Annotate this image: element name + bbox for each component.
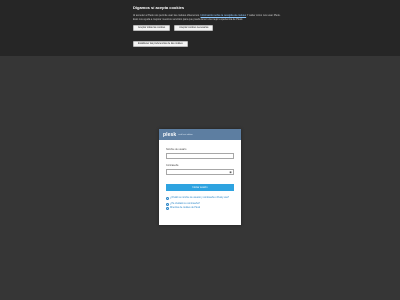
cookie-text-intro: Al acceder a Plesk nos permite usar las … — [133, 14, 200, 17]
eye-icon[interactable]: ◉ — [229, 170, 233, 174]
cookie-text: Al acceder a Plesk nos permite usar las … — [133, 14, 283, 21]
cookie-preferences-button[interactable]: Establecer las preferencias de las cooki… — [133, 41, 188, 48]
accept-necessary-cookies-button[interactable]: Aceptar cookies necesarias — [174, 25, 214, 32]
cookie-button-row: Aceptar todas las cookies Aceptar cookie… — [133, 25, 400, 32]
login-form: Nombre de usuario Contraseña ◉ Iniciar s… — [159, 140, 241, 210]
cookie-policy-link[interactable]: ? Directiva de cookies de Plesk — [166, 207, 234, 210]
plesk-edition-label: web host edition — [178, 134, 193, 136]
help-link-text[interactable]: Directiva de cookies de Plesk — [170, 207, 200, 210]
help-icon: ? — [166, 197, 169, 200]
password-input[interactable] — [166, 169, 234, 175]
forgot-username-link[interactable]: ? ¿Olvidó su nombre de usuario y contras… — [166, 197, 234, 200]
login-card: plesk web host edition Nombre de usuario… — [159, 129, 241, 225]
help-link-text[interactable]: ¿Olvidó su nombre de usuario y contraseñ… — [170, 197, 229, 200]
password-label: Contraseña — [166, 164, 179, 167]
help-icon: ? — [166, 207, 169, 210]
cookie-info-link[interactable]: Información sobre la recogida de cookies — [201, 14, 247, 17]
forgot-password-link[interactable]: ? ¿Ha olvidado su contraseña? — [166, 203, 234, 206]
plesk-logo: plesk — [163, 131, 177, 138]
login-header: plesk web host edition — [159, 129, 241, 140]
help-link-text[interactable]: ¿Ha olvidado su contraseña? — [170, 203, 200, 206]
help-links: ? ¿Olvidó su nombre de usuario y contras… — [166, 197, 234, 210]
accept-all-cookies-button[interactable]: Aceptar todas las cookies — [133, 25, 171, 32]
cookie-banner: Digamos sí acepta cookies Al acceder a P… — [0, 0, 400, 56]
username-label: Nombre de usuario — [166, 148, 187, 151]
password-field-wrap: ◉ — [166, 169, 234, 175]
help-icon: ? — [166, 203, 169, 206]
login-submit-button[interactable]: Iniciar sesión — [166, 184, 234, 191]
cookie-title: Digamos sí acepta cookies — [133, 5, 185, 10]
